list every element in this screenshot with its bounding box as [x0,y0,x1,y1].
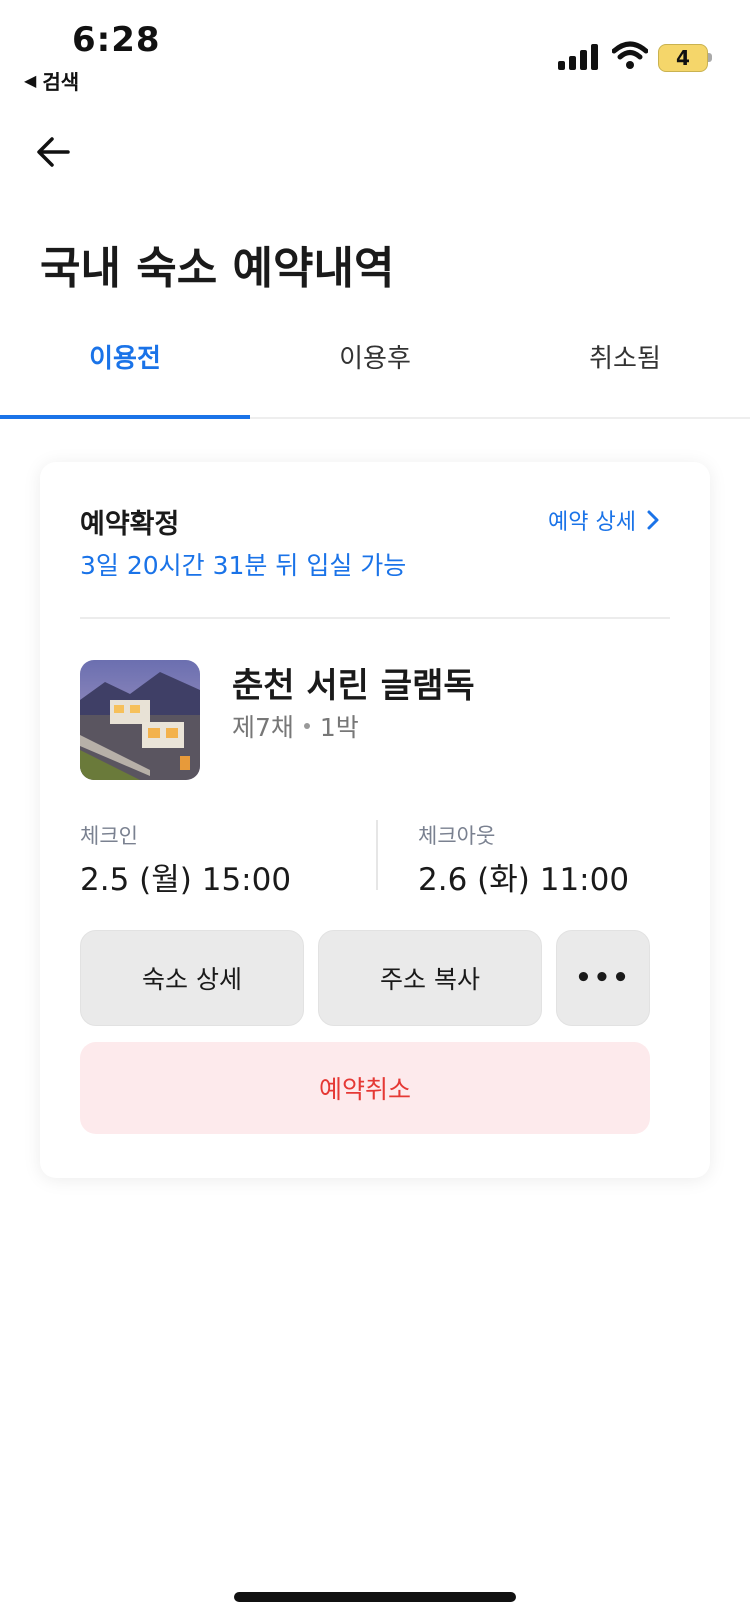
checkout-value: 2.6 (화) 11:00 [418,862,630,898]
home-indicator [234,1592,516,1602]
back-to-app-link[interactable]: ◀ 검색 [24,66,79,95]
cellular-signal-icon [558,44,598,70]
battery-tip [708,53,712,62]
page-title: 국내 숙소 예약내역 [40,243,395,294]
cancel-reservation-button[interactable]: 예약취소 [80,1042,650,1134]
back-app-label: 검색 [42,70,80,94]
reservation-status: 예약확정 [80,509,180,540]
arrow-left-icon[interactable] [34,132,74,172]
property-photo-image [80,660,200,780]
separator-dot [303,723,310,729]
battery-level: 4 [658,44,708,72]
checkin-value: 2.5 (월) 15:00 [80,862,292,898]
card-divider [80,617,670,619]
triangle-left-icon: ◀ [24,71,37,90]
nights: 1박 [319,713,359,742]
checkin-countdown: 3일 20시간 31분 뒤 입실 가능 [80,551,407,580]
checkin-checkout-divider [376,820,378,890]
tab-after-use[interactable]: 이용후 [250,338,500,375]
room-info: 제7채 1박 [232,708,359,744]
reservation-detail-link[interactable]: 예약 상세 [548,504,660,536]
copy-address-button[interactable]: 주소 복사 [318,930,542,1026]
checkin-label: 체크인 [80,824,138,848]
checkout-label: 체크아웃 [418,824,496,848]
chevron-right-icon [647,510,659,530]
property-name: 춘천 서린 글램독 [232,666,475,706]
wifi-icon [612,41,648,69]
property-detail-button[interactable]: 숙소 상세 [80,930,304,1026]
tab-before-use[interactable]: 이용전 [0,338,250,375]
battery-indicator: 4 [658,44,712,72]
active-tab-indicator [0,415,250,419]
tab-cancelled[interactable]: 취소됨 [500,338,750,375]
reservation-detail-label: 예약 상세 [548,510,636,535]
property-thumbnail[interactable] [80,660,200,780]
more-options-button[interactable]: ••• [556,930,650,1026]
reservation-card: 예약확정 3일 20시간 31분 뒤 입실 가능 예약 상세 춘천 서린 글램독… [40,462,710,1178]
room-name: 제7채 [232,713,294,742]
status-time: 6:28 [72,20,161,60]
